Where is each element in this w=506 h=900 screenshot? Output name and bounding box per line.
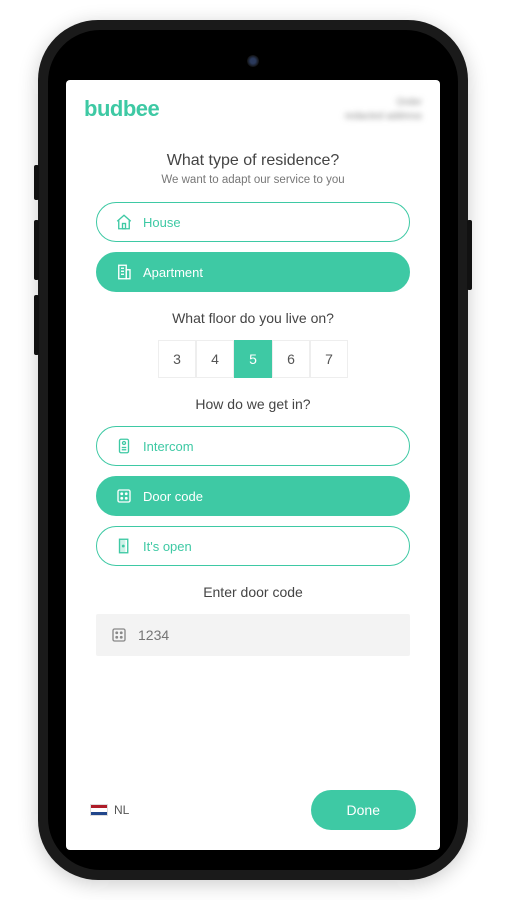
- option-doorcode[interactable]: Door code: [96, 476, 410, 516]
- header-meta: Order redacted address: [345, 96, 422, 124]
- question-residence-title: What type of residence?: [96, 152, 410, 170]
- floor-selector: 3 4 5 6 7: [96, 340, 410, 378]
- content-area: What type of residence? We want to adapt…: [66, 132, 440, 776]
- done-button[interactable]: Done: [311, 790, 416, 830]
- app-header: budbee Order redacted address: [66, 80, 440, 132]
- keypad-icon: [110, 626, 128, 644]
- doorcode-input[interactable]: [138, 627, 396, 643]
- app-screen: budbee Order redacted address What type …: [66, 80, 440, 850]
- house-icon: [115, 213, 133, 231]
- brand-logo: budbee: [84, 96, 159, 122]
- keypad-icon: [115, 487, 133, 505]
- phone-side-button: [34, 165, 39, 200]
- phone-camera: [247, 55, 259, 67]
- option-intercom[interactable]: Intercom: [96, 426, 410, 466]
- option-house-label: House: [143, 215, 181, 230]
- intercom-icon: [115, 437, 133, 455]
- phone-frame: budbee Order redacted address What type …: [38, 20, 468, 880]
- question-floor-title: What floor do you live on?: [96, 310, 410, 326]
- flag-nl-icon: [90, 804, 108, 816]
- door-open-icon: [115, 537, 133, 555]
- phone-side-button: [467, 220, 472, 290]
- option-its-open-label: It's open: [143, 539, 192, 554]
- floor-option-3[interactable]: 3: [158, 340, 196, 378]
- question-residence-subtitle: We want to adapt our service to you: [96, 174, 410, 186]
- doorcode-title: Enter door code: [96, 584, 410, 600]
- language-label: NL: [114, 803, 129, 817]
- option-apartment-label: Apartment: [143, 265, 203, 280]
- option-doorcode-label: Door code: [143, 489, 203, 504]
- phone-side-button: [34, 295, 39, 355]
- header-meta-line2: redacted address: [345, 110, 422, 124]
- footer: NL Done: [66, 776, 440, 850]
- floor-option-6[interactable]: 6: [272, 340, 310, 378]
- question-access-title: How do we get in?: [96, 396, 410, 412]
- floor-option-4[interactable]: 4: [196, 340, 234, 378]
- apartment-icon: [115, 263, 133, 281]
- option-apartment[interactable]: Apartment: [96, 252, 410, 292]
- header-meta-line1: Order: [345, 96, 422, 110]
- option-its-open[interactable]: It's open: [96, 526, 410, 566]
- phone-inner: budbee Order redacted address What type …: [48, 30, 458, 870]
- option-house[interactable]: House: [96, 202, 410, 242]
- phone-side-button: [34, 220, 39, 280]
- language-selector[interactable]: NL: [90, 803, 129, 817]
- floor-option-5[interactable]: 5: [234, 340, 272, 378]
- option-intercom-label: Intercom: [143, 439, 194, 454]
- doorcode-input-row: [96, 614, 410, 656]
- floor-option-7[interactable]: 7: [310, 340, 348, 378]
